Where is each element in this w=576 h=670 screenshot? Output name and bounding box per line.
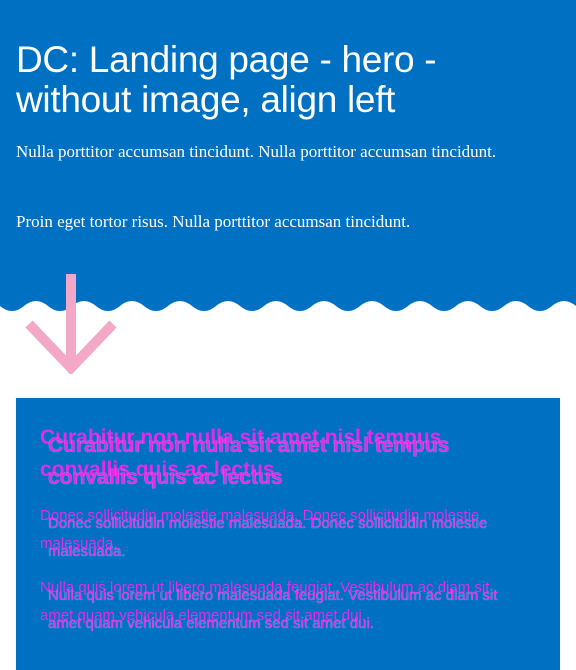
hero-paragraph-1: Nulla porttitor accumsan tincidunt. Null… <box>16 142 497 161</box>
box-heading-duplicate: Curabitur non nulla sit amet nisl tempus… <box>48 434 450 489</box>
arrow-down-icon <box>25 274 117 374</box>
box-paragraph-2-duplicate: Nulla quis lorem ut libero malesuada feu… <box>48 587 498 632</box>
content-layer-offset: Curabitur non nulla sit amet nisl tempus… <box>16 398 560 670</box>
hero-section: DC: Landing page - hero - without image,… <box>0 0 576 300</box>
box-paragraph-1-duplicate: Donec sollicitudin molestie malesuada. D… <box>48 515 488 560</box>
hero-title: DC: Landing page - hero - without image,… <box>16 39 437 120</box>
content-box: Curabitur non nulla sit amet nisl tempus… <box>16 398 560 670</box>
hero-paragraph-2: Proin eget tortor risus. Nulla porttitor… <box>16 212 411 231</box>
